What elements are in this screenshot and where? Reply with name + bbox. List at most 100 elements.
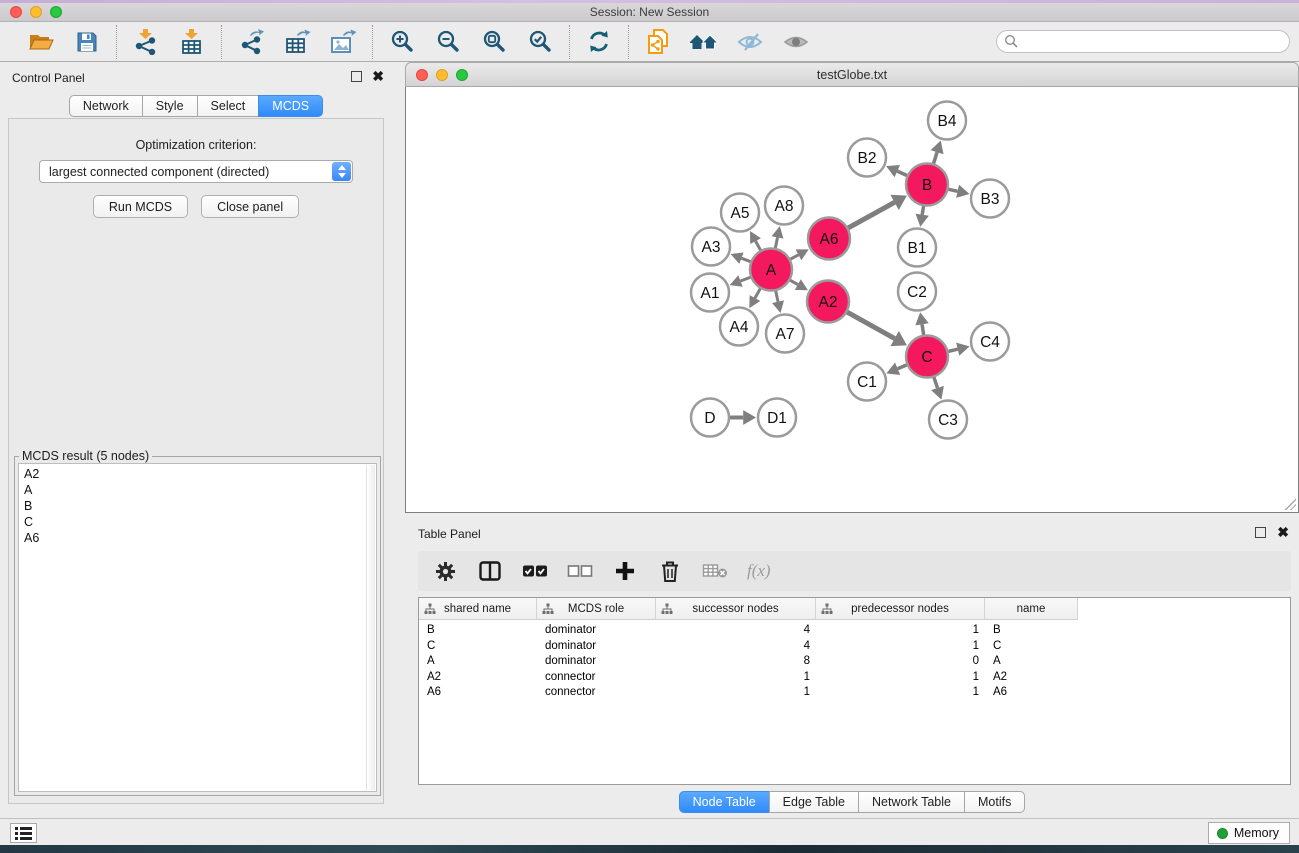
checked-boxes-icon [522,564,548,578]
table-cell[interactable]: connector [537,685,656,701]
import-table-button[interactable] [172,25,212,59]
tab-motifs[interactable]: Motifs [964,791,1025,813]
node-table[interactable]: shared nameMCDS rolesuccessor nodesprede… [418,597,1291,785]
tab-mcds[interactable]: MCDS [258,95,323,117]
table-cell[interactable]: dominator [537,639,656,655]
zoom-in-button[interactable] [382,25,422,59]
column-header-name[interactable]: name [985,598,1078,619]
close-panel-button[interactable]: Close panel [201,195,299,218]
node-label-A2: A2 [819,294,838,311]
table-cell[interactable]: A6 [985,685,1078,701]
edge-A6-B[interactable] [845,202,895,229]
open-folder-icon [27,30,55,54]
table-cell[interactable]: A2 [419,670,537,686]
result-scrollbar[interactable] [366,465,375,790]
column-header-predecessor-nodes[interactable]: predecessor nodes [816,598,985,619]
home-button[interactable] [684,25,724,59]
close-traffic-light[interactable] [10,6,22,18]
node-label-A7: A7 [776,326,795,343]
table-cell[interactable]: 1 [816,639,985,655]
result-item[interactable]: A2 [24,466,376,482]
table-cell[interactable]: C [419,639,537,655]
node-label-C3: C3 [938,412,958,429]
tab-style[interactable]: Style [142,95,198,117]
hide-selected-button[interactable] [730,25,770,59]
table-row[interactable]: Adominator80A [419,654,1290,670]
result-item[interactable]: B [24,498,376,514]
maximize-traffic-light[interactable] [50,6,62,18]
table-cell[interactable]: 4 [656,623,816,639]
tab-edge-table[interactable]: Edge Table [769,791,859,813]
show-columns-button[interactable] [477,558,503,584]
table-cell[interactable]: A2 [985,670,1078,686]
save-session-button[interactable] [67,25,107,59]
function-builder-button[interactable]: f(x) [747,558,771,584]
column-header-successor-nodes[interactable]: successor nodes [656,598,816,619]
export-network-button[interactable] [231,25,271,59]
table-cell[interactable]: A [419,654,537,670]
table-row[interactable]: A2connector11A2 [419,670,1290,686]
edge-A2-C[interactable] [844,310,895,338]
refresh-button[interactable] [579,25,619,59]
zoom-out-button[interactable] [428,25,468,59]
task-history-button[interactable] [10,823,37,843]
optimization-dropdown[interactable]: largest connected component (directed) [39,160,353,183]
table-cell[interactable]: 1 [816,685,985,701]
show-all-button[interactable] [776,25,816,59]
open-session-button[interactable] [21,25,61,59]
float-table-panel-icon[interactable] [1255,527,1266,538]
delete-row-button[interactable] [657,558,683,584]
column-header-shared-name[interactable]: shared name [419,598,537,619]
table-cell[interactable]: 1 [816,670,985,686]
tab-select[interactable]: Select [197,95,260,117]
memory-button[interactable]: Memory [1208,822,1290,844]
tab-network-table[interactable]: Network Table [858,791,965,813]
window-controls[interactable] [10,6,62,18]
minimize-traffic-light[interactable] [30,6,42,18]
network-window-titlebar[interactable]: testGlobe.txt [405,62,1299,87]
tab-node-table[interactable]: Node Table [679,791,770,813]
close-panel-icon[interactable]: ✖ [372,71,384,82]
table-row[interactable]: A6connector11A6 [419,685,1290,701]
node-label-D: D [704,410,715,427]
zoom-selected-button[interactable] [520,25,560,59]
table-cell[interactable]: 0 [816,654,985,670]
table-cell[interactable]: 4 [656,639,816,655]
deselect-all-button[interactable] [567,558,593,584]
export-table-button[interactable] [277,25,317,59]
network-canvas[interactable]: B4B2BB3A8A5A6A3B1AA1C2A2A4A7C4CC1C3DD1 [405,87,1299,513]
table-cell[interactable]: 1 [816,623,985,639]
table-cell[interactable]: 1 [656,685,816,701]
zoom-fit-button[interactable] [474,25,514,59]
import-network-button[interactable] [126,25,166,59]
run-mcds-button[interactable]: Run MCDS [93,195,188,218]
search-input[interactable] [996,30,1290,53]
delete-table-button[interactable] [702,558,728,584]
table-cell[interactable]: dominator [537,654,656,670]
table-cell[interactable]: B [419,623,537,639]
table-cell[interactable]: connector [537,670,656,686]
table-row[interactable]: Cdominator41C [419,639,1290,655]
table-cell[interactable]: A [985,654,1078,670]
table-cell[interactable]: B [985,623,1078,639]
close-table-panel-icon[interactable]: ✖ [1277,527,1289,538]
result-item[interactable]: A6 [24,530,376,546]
float-panel-icon[interactable] [351,71,362,82]
result-item[interactable]: C [24,514,376,530]
table-row[interactable]: Bdominator41B [419,623,1290,639]
node-label-D1: D1 [767,410,787,427]
table-cell[interactable]: 1 [656,670,816,686]
mcds-result-list[interactable]: A2ABCA6 [18,463,377,792]
select-all-button[interactable] [522,558,548,584]
export-image-button[interactable] [323,25,363,59]
table-cell[interactable]: A6 [419,685,537,701]
column-header-MCDS-role[interactable]: MCDS role [537,598,656,619]
tab-network[interactable]: Network [69,95,143,117]
network-snapshot-button[interactable] [638,25,678,59]
table-cell[interactable]: dominator [537,623,656,639]
table-cell[interactable]: C [985,639,1078,655]
table-settings-button[interactable] [432,558,458,584]
table-cell[interactable]: 8 [656,654,816,670]
result-item[interactable]: A [24,482,376,498]
add-row-button[interactable] [612,558,638,584]
